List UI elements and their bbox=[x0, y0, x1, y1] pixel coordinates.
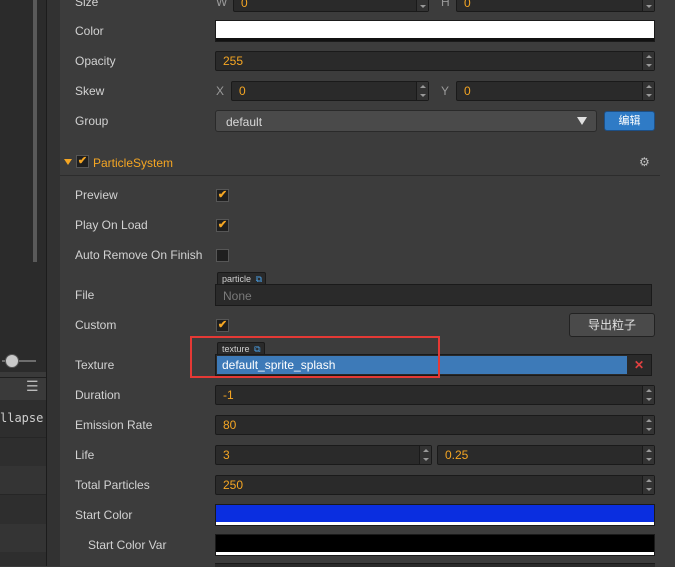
skew-label: Skew bbox=[75, 84, 105, 98]
panel-divider[interactable] bbox=[46, 0, 61, 566]
size-w-input[interactable]: 0 bbox=[233, 0, 429, 12]
life-var-input[interactable]: 0.25 bbox=[437, 445, 655, 465]
file-asset-field[interactable]: None bbox=[215, 284, 652, 306]
auto-remove-label: Auto Remove On Finish bbox=[75, 248, 203, 262]
start-color-var-label: Start Color Var bbox=[88, 538, 167, 552]
skew-x-input[interactable]: 0 bbox=[231, 81, 429, 101]
life-label: Life bbox=[75, 448, 95, 462]
texture-label: Texture bbox=[75, 358, 115, 372]
opacity-input[interactable]: 255 bbox=[215, 51, 655, 71]
list-item[interactable] bbox=[0, 466, 46, 494]
emission-rate-label: Emission Rate bbox=[75, 418, 153, 432]
row-divider bbox=[0, 437, 46, 438]
list-item[interactable] bbox=[0, 524, 46, 552]
life-input[interactable]: 3 bbox=[215, 445, 432, 465]
hierarchy-scrollbar[interactable] bbox=[33, 0, 37, 262]
group-label: Group bbox=[75, 114, 109, 128]
zoom-slider-knob[interactable] bbox=[5, 354, 19, 368]
expand-arrow-icon[interactable] bbox=[64, 159, 72, 165]
preview-label: Preview bbox=[75, 188, 118, 202]
row-divider bbox=[0, 494, 46, 495]
duration-label: Duration bbox=[75, 388, 121, 402]
emission-rate-input[interactable]: 80 bbox=[215, 415, 655, 435]
color-label: Color bbox=[75, 24, 104, 38]
section-title: ParticleSystem bbox=[93, 156, 174, 170]
menu-icon[interactable]: ☰ bbox=[26, 379, 40, 393]
play-on-load-label: Play On Load bbox=[75, 218, 148, 232]
total-particles-input[interactable]: 250 bbox=[215, 475, 655, 495]
total-particles-label: Total Particles bbox=[75, 478, 150, 492]
duration-input[interactable]: -1 bbox=[215, 385, 655, 405]
particle-system-enabled-checkbox[interactable]: ✔ bbox=[76, 155, 89, 168]
export-particle-button[interactable]: 导出粒子 bbox=[569, 313, 655, 337]
particle-system-header[interactable]: ✔ ParticleSystem ⚙ bbox=[60, 150, 660, 174]
clear-icon[interactable]: ✕ bbox=[634, 358, 644, 372]
start-color-label: Start Color bbox=[75, 508, 133, 522]
size-label: Size bbox=[75, 0, 99, 9]
opacity-label: Opacity bbox=[75, 54, 116, 68]
chevron-down-icon bbox=[577, 117, 587, 125]
section-divider bbox=[60, 175, 660, 176]
play-on-load-checkbox[interactable]: ✔ bbox=[216, 219, 229, 232]
size-w-label: W bbox=[216, 0, 228, 9]
highlight-box bbox=[190, 336, 440, 378]
collapse-label[interactable]: llapse bbox=[0, 411, 43, 425]
skew-y-label: Y bbox=[441, 84, 450, 98]
size-h-label: H bbox=[441, 0, 450, 9]
skew-x-label: X bbox=[216, 84, 225, 98]
edit-group-button[interactable]: 编辑 bbox=[604, 111, 655, 131]
gear-icon[interactable]: ⚙ bbox=[639, 155, 650, 169]
auto-remove-checkbox[interactable] bbox=[216, 249, 229, 262]
custom-checkbox[interactable]: ✔ bbox=[216, 319, 229, 332]
custom-label: Custom bbox=[75, 318, 117, 332]
start-color-var-swatch[interactable] bbox=[215, 534, 655, 556]
skew-y-input[interactable]: 0 bbox=[456, 81, 655, 101]
file-label: File bbox=[75, 288, 95, 302]
start-color-swatch[interactable] bbox=[215, 504, 655, 526]
size-h-input[interactable]: 0 bbox=[456, 0, 655, 12]
hierarchy-panel bbox=[0, 0, 46, 372]
preview-checkbox[interactable]: ✔ bbox=[216, 189, 229, 202]
color-swatch[interactable] bbox=[215, 20, 655, 42]
group-select[interactable]: default bbox=[215, 110, 597, 132]
next-row-field[interactable] bbox=[215, 563, 655, 567]
